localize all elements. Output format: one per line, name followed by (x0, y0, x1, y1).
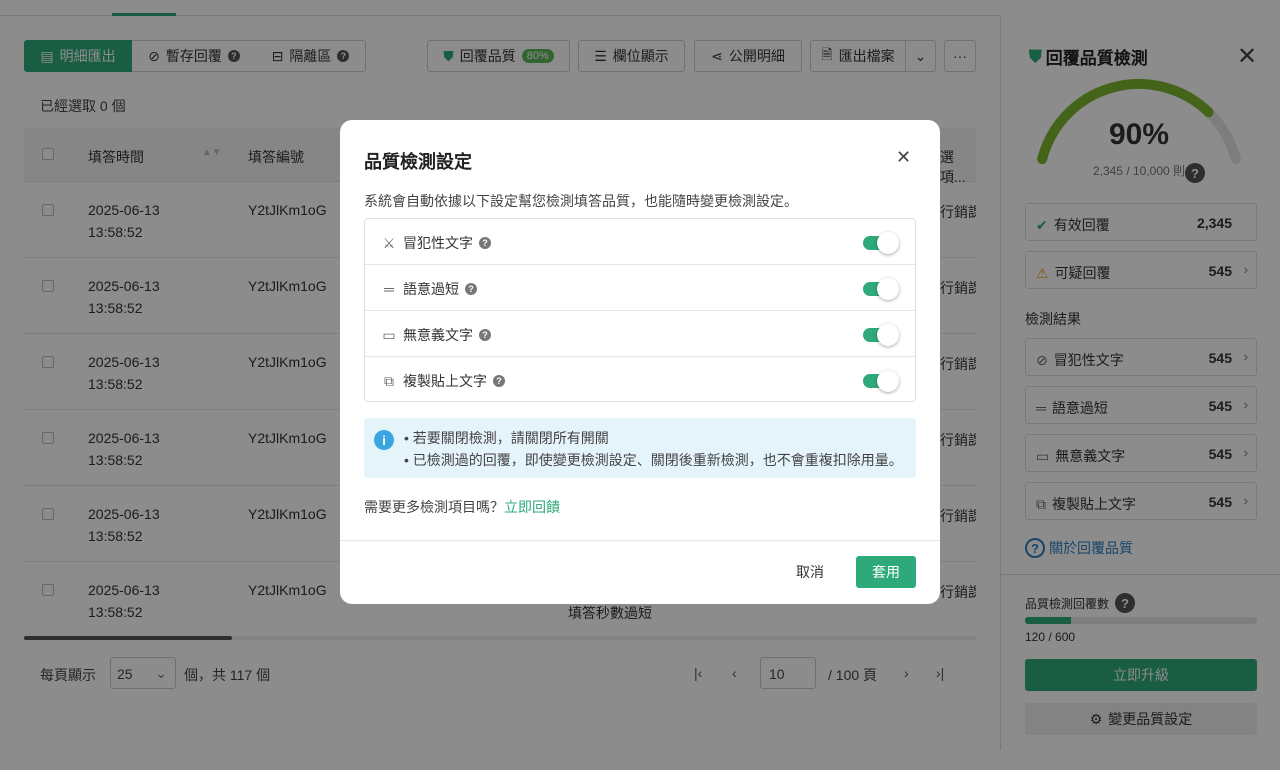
option-icon: ▭ (382, 326, 396, 343)
cancel-button[interactable]: 取消 (780, 556, 840, 588)
option-toggle[interactable] (863, 324, 899, 346)
option-icon: ═ (384, 281, 394, 297)
dialog-title: 品質檢測設定 (364, 152, 472, 172)
option-row: ⚔ 冒犯性文字? (365, 219, 915, 265)
toggle-knob (877, 232, 899, 254)
dialog-description: 系統會自動依據以下設定幫您檢測填答品質，也能隨時變更檢測設定。 (364, 193, 798, 209)
info-box: i • 若要關閉檢測，請關閉所有開關 • 已檢測過的回覆，即使變更檢測設定、關閉… (364, 418, 916, 478)
quality-settings-dialog: 品質檢測設定 ✕ 系統會自動依據以下設定幫您檢測填答品質，也能隨時變更檢測設定。… (340, 120, 940, 604)
option-icon: ⧉ (384, 372, 394, 389)
help-icon[interactable]: ? (479, 329, 491, 341)
toggle-knob (877, 370, 899, 392)
option-row: ⧉ 複製貼上文字? (365, 357, 915, 403)
option-toggle[interactable] (863, 232, 899, 254)
help-icon[interactable]: ? (479, 237, 491, 249)
option-toggle[interactable] (863, 278, 899, 300)
option-label: 冒犯性文字 (403, 235, 473, 251)
option-row: ═ 語意過短? (365, 265, 915, 311)
option-icon: ⚔ (382, 234, 396, 251)
option-toggle[interactable] (863, 370, 899, 392)
option-label: 複製貼上文字 (403, 373, 487, 389)
info-tip: • 若要關閉檢測，請關閉所有開關 (404, 430, 609, 446)
close-icon[interactable]: ✕ (896, 147, 911, 168)
apply-button[interactable]: 套用 (856, 556, 916, 588)
info-icon: i (374, 430, 394, 450)
info-tip: • 已檢測過的回覆，即使變更檢測設定、關閉後重新檢測，也不會重複扣除用量。 (404, 452, 903, 468)
dialog-divider (340, 540, 940, 541)
option-row: ▭ 無意義文字? (365, 311, 915, 357)
detection-options: ⚔ 冒犯性文字? ═ 語意過短? ▭ 無意義文字? ⧉ 複製貼上文字? (364, 218, 916, 402)
more-items-text: 需要更多檢測項目嗎？立即回饋 (364, 499, 560, 515)
help-icon[interactable]: ? (493, 375, 505, 387)
feedback-link[interactable]: 立即回饋 (504, 499, 560, 515)
help-icon[interactable]: ? (465, 283, 477, 295)
option-label: 語意過短 (403, 281, 459, 297)
toggle-knob (877, 278, 899, 300)
toggle-knob (877, 324, 899, 346)
option-label: 無意義文字 (403, 327, 473, 343)
